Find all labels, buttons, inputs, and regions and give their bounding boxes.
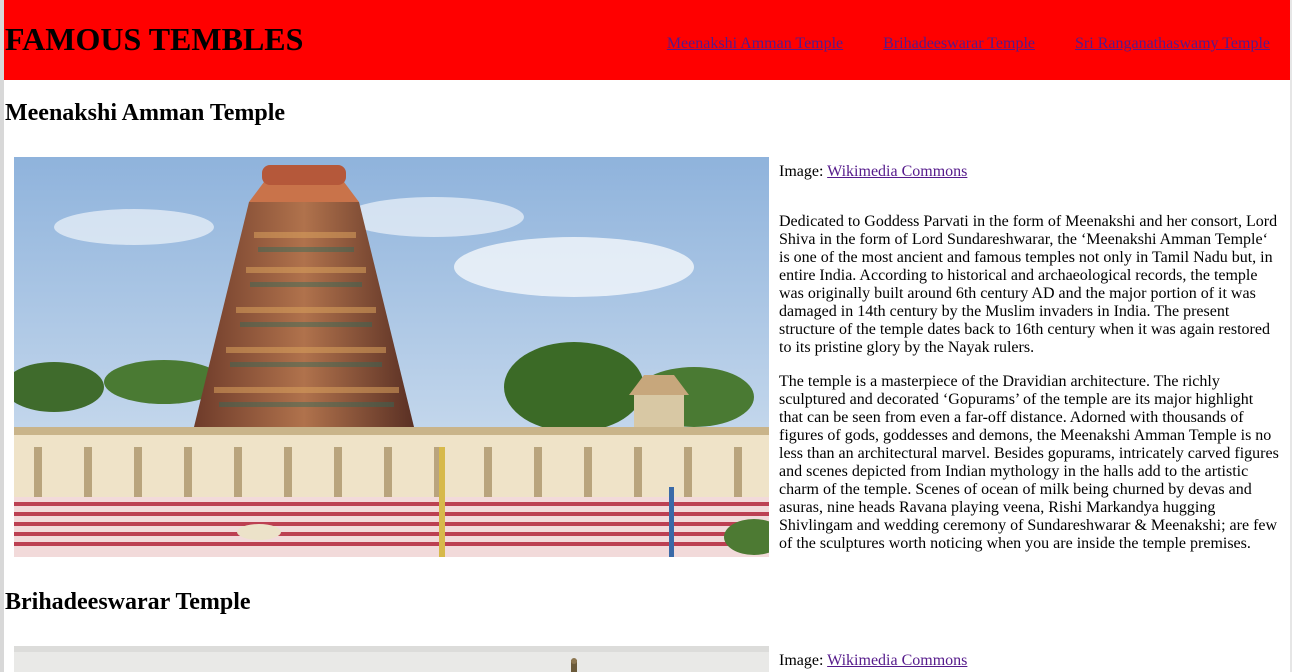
nav-link-ranganathaswamy[interactable]: Sri Ranganathaswamy Temple <box>1075 35 1270 53</box>
image-credit-label: Image: <box>779 652 828 669</box>
nav-link-brihadeeswarar[interactable]: Brihadeeswarar Temple <box>883 35 1035 53</box>
brihadeeswarar-description: Image: Wikimedia Commons <box>779 652 1279 670</box>
nav-link-meenakshi[interactable]: Meenakshi Amman Temple <box>667 35 843 53</box>
image-credit: Image: Wikimedia Commons <box>779 163 1279 181</box>
page: FAMOUS TEMBLES Meenakshi Amman Temple Br… <box>0 0 1292 672</box>
site-title: FAMOUS TEMBLES <box>5 21 304 57</box>
wikimedia-commons-link[interactable]: Wikimedia Commons <box>827 163 967 180</box>
meenakshi-paragraph-2: The temple is a masterpiece of the Dravi… <box>779 373 1279 552</box>
meenakshi-paragraph-1: Dedicated to Goddess Parvati in the form… <box>779 213 1278 356</box>
brihadeeswarar-temple-photo <box>14 646 769 672</box>
image-credit: Image: Wikimedia Commons <box>779 652 1279 670</box>
window-left-edge <box>0 0 4 672</box>
main-nav: Meenakshi Amman Temple Brihadeeswarar Te… <box>667 35 1270 53</box>
meenakshi-temple-photo <box>14 157 769 557</box>
section-title-meenakshi: Meenakshi Amman Temple <box>5 100 286 126</box>
wikimedia-commons-link[interactable]: Wikimedia Commons <box>827 652 967 669</box>
site-header: FAMOUS TEMBLES Meenakshi Amman Temple Br… <box>4 0 1290 80</box>
image-credit-label: Image: <box>779 163 828 180</box>
section-title-brihadeeswarar: Brihadeeswarar Temple <box>5 589 251 615</box>
meenakshi-description: Image: Wikimedia Commons Dedicated to Go… <box>779 163 1279 553</box>
